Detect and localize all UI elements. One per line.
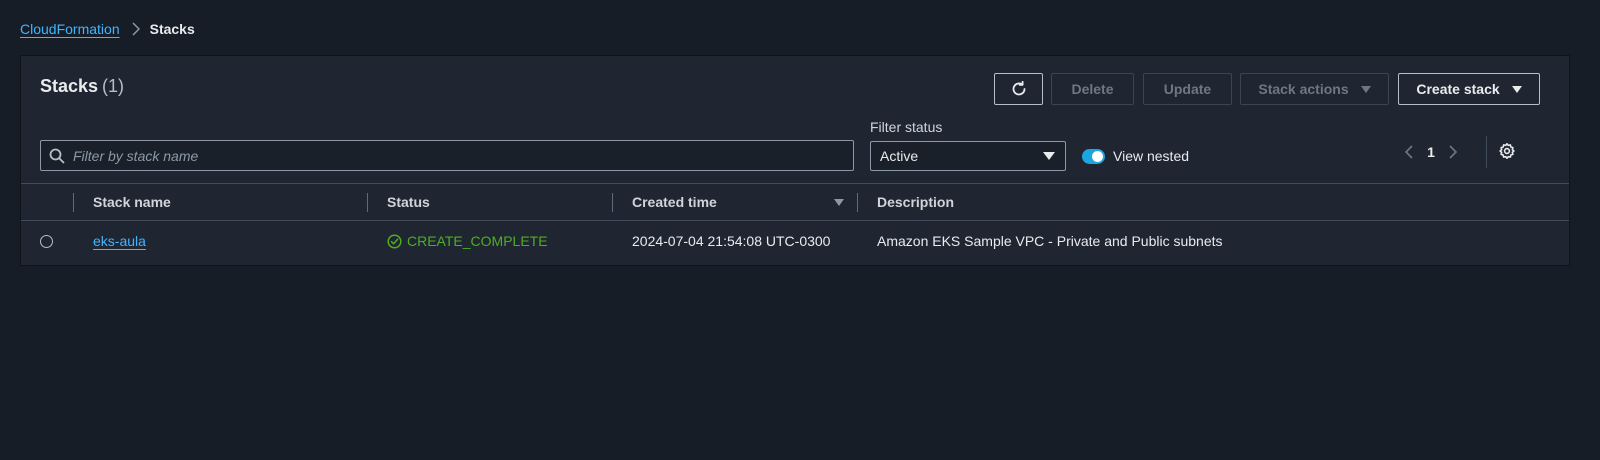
stacks-panel: Stacks (1) Delete Update Stack actions Cr… [20,55,1570,266]
sort-descending-icon[interactable] [834,199,844,206]
divider [1486,136,1487,168]
stack-count: (1) [102,76,125,96]
filter-status-value: Active [880,148,919,164]
gear-icon[interactable] [1498,142,1516,160]
view-nested-label[interactable]: View nested [1113,148,1189,164]
refresh-button[interactable] [994,73,1043,105]
table-header: Stack name Status Created time Descripti… [21,183,1569,221]
column-header-status[interactable]: Status [387,184,430,220]
update-button[interactable]: Update [1143,73,1232,105]
page-title: Stacks (1) [40,76,124,97]
stack-name-link[interactable]: eks-aula [93,233,146,249]
filter-status-select[interactable]: Active [870,141,1066,171]
column-divider [73,193,74,212]
caret-down-icon [1043,152,1055,160]
breadcrumb-cloudformation-link[interactable]: CloudFormation [20,21,120,37]
row-select-radio[interactable] [40,235,53,248]
refresh-icon [1012,80,1025,96]
search-input[interactable] [73,141,853,170]
caret-down-icon [1511,85,1522,93]
description-cell: Amazon EKS Sample VPC - Private and Publ… [877,233,1223,249]
column-header-stack-name[interactable]: Stack name [93,184,171,220]
update-button-label: Update [1163,81,1212,97]
status-text: CREATE_COMPLETE [407,233,548,249]
toggle-knob [1092,151,1103,162]
create-stack-label: Create stack [1416,81,1500,97]
check-circle-icon [387,233,402,249]
column-header-created-time[interactable]: Created time [632,184,717,220]
filter-status-label: Filter status [870,119,943,135]
table-row[interactable]: eks-aula CREATE_COMPLETE 2024-07-04 21:5… [21,221,1569,265]
view-nested-toggle[interactable] [1082,149,1105,164]
stack-actions-dropdown[interactable]: Stack actions [1240,73,1389,105]
next-page-icon[interactable] [1448,144,1458,160]
current-page-number[interactable]: 1 [1414,144,1448,160]
caret-down-icon [1360,85,1371,93]
column-divider [612,193,613,212]
delete-button[interactable]: Delete [1051,73,1134,105]
chevron-right-icon [132,22,140,36]
column-divider [857,193,858,212]
page-title-text: Stacks [40,76,99,96]
status-cell: CREATE_COMPLETE [387,221,548,261]
pagination: 1 [1404,142,1458,162]
column-header-description[interactable]: Description [877,184,954,220]
delete-button-label: Delete [1071,81,1114,97]
breadcrumb: CloudFormation Stacks [20,20,195,38]
created-time-cell: 2024-07-04 21:54:08 UTC-0300 [632,233,831,249]
column-divider [367,193,368,212]
search-field[interactable] [40,140,854,171]
stack-actions-label: Stack actions [1258,81,1349,97]
create-stack-dropdown[interactable]: Create stack [1398,73,1540,105]
search-icon [49,148,65,163]
breadcrumb-current: Stacks [149,21,195,37]
previous-page-icon[interactable] [1404,144,1414,160]
